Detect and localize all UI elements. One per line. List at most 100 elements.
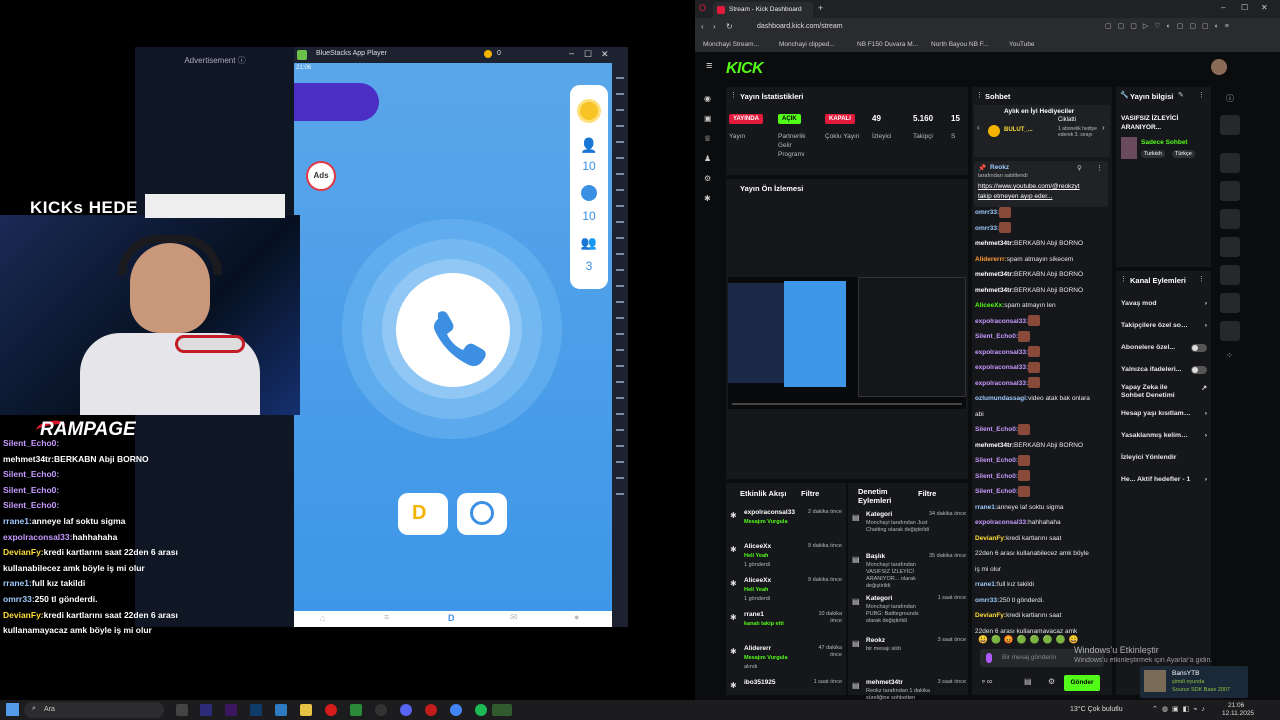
close-browser-icon[interactable]: ✕ xyxy=(1261,3,1268,12)
mod-filter[interactable]: Filtre xyxy=(918,489,936,498)
chat-username[interactable]: expolraconsal33: xyxy=(975,349,1028,356)
mod-name[interactable]: Kategori xyxy=(866,511,892,518)
store-icon[interactable] xyxy=(275,704,287,716)
pinned-more-icon[interactable]: ⋮ xyxy=(1096,164,1103,172)
taskbar-date[interactable]: 12.11.2025 xyxy=(1222,710,1254,717)
extension-icons[interactable]: ▢▢▢▷♡◐▢▢▢◐≡ xyxy=(1105,22,1235,30)
chrome-icon[interactable] xyxy=(450,704,462,716)
maximize-icon[interactable]: ☐ xyxy=(584,49,592,60)
call-button[interactable] xyxy=(396,273,510,387)
mail-nav-icon[interactable]: ✉ xyxy=(510,612,518,623)
edit-info-icon[interactable]: ✎ xyxy=(1178,91,1184,99)
app-sync-button[interactable] xyxy=(457,493,507,535)
toggle-switch[interactable] xyxy=(1191,344,1207,352)
preview-video[interactable] xyxy=(728,277,966,409)
chat-username[interactable]: omrr33: xyxy=(975,209,999,216)
app-banner-pill[interactable] xyxy=(294,83,379,121)
lightning-tool-icon[interactable] xyxy=(1220,181,1240,201)
maximize-browser-icon[interactable]: ☐ xyxy=(1241,3,1248,12)
ads-badge[interactable]: Ads xyxy=(306,161,336,191)
info-more-icon[interactable]: ⋮ xyxy=(1198,91,1205,99)
tool-7-icon[interactable] xyxy=(1220,293,1240,313)
activity-filter[interactable]: Filtre xyxy=(801,489,819,498)
xbox-icon[interactable] xyxy=(350,704,362,716)
photoshop-icon[interactable] xyxy=(250,704,262,716)
chat-username[interactable]: omrr33: xyxy=(975,597,999,604)
list-nav-icon[interactable]: ≡ xyxy=(384,612,389,622)
preview-progress[interactable] xyxy=(732,403,962,405)
bluestacks-task-icon[interactable] xyxy=(492,704,512,716)
bookmark-4[interactable]: North Bayou NB F... xyxy=(931,41,988,48)
opera-gx-icon[interactable] xyxy=(425,704,437,716)
info-category[interactable]: Sadece Sohbet xyxy=(1141,139,1188,146)
stats-drag-icon[interactable]: ⋮ xyxy=(730,91,737,99)
steam-notification[interactable]: BarisYTB şimdi oyunda Source SDK Base 20… xyxy=(1140,666,1248,698)
activity-name[interactable]: AliceeXx xyxy=(744,543,802,550)
chat-username[interactable]: Silent_Echo0: xyxy=(975,473,1018,480)
info-rail-icon[interactable]: ⓘ xyxy=(1226,93,1234,104)
sidebar-tools[interactable] xyxy=(616,69,624,509)
back-icon[interactable]: ‹ xyxy=(701,22,704,31)
actions-drag-icon[interactable]: ⋮ xyxy=(1120,275,1127,283)
mod-name[interactable]: mehmet34tr xyxy=(866,679,903,686)
chat-username[interactable]: expolraconsal33: xyxy=(975,380,1028,387)
spotify-icon[interactable] xyxy=(475,704,487,716)
edit-tool-icon[interactable] xyxy=(1220,115,1240,135)
bookmark-5[interactable]: YouTube xyxy=(1009,41,1035,48)
channel-action-row[interactable]: Yapay Zeka ile Sohbet Denetimi ↗ xyxy=(1121,381,1207,403)
activity-name[interactable]: Alidererr xyxy=(744,645,802,652)
reload-icon[interactable]: ↻ xyxy=(726,22,733,31)
bookmark-1[interactable]: Monchayi Stream... xyxy=(703,41,759,48)
tab-kick-dashboard[interactable]: Stream - Kick Dashboard xyxy=(713,2,813,18)
tool-2-icon[interactable] xyxy=(1220,153,1240,173)
avatar[interactable] xyxy=(1211,59,1227,75)
mod-name[interactable]: Başlık xyxy=(866,553,885,560)
tray-icons[interactable]: ⌃◍▣◧⌁♪ xyxy=(1152,705,1209,713)
url-text[interactable]: dashboard.kick.com/stream xyxy=(757,23,843,30)
chat-username[interactable]: mehmet34tr: xyxy=(975,271,1014,278)
opera-icon[interactable] xyxy=(325,704,337,716)
chat-username[interactable]: mehmet34tr: xyxy=(975,442,1014,449)
actions-more-icon[interactable]: ⋮ xyxy=(1198,275,1205,283)
toggle-switch[interactable] xyxy=(1191,366,1207,374)
activity-name[interactable]: ibo351925 xyxy=(744,679,802,686)
obs-icon[interactable] xyxy=(375,704,387,716)
channel-action-row[interactable]: Hesap yaşı kısıtlaması › xyxy=(1121,403,1207,425)
tag-2[interactable]: Türkçe xyxy=(1172,150,1195,158)
moderation-rail-icon[interactable]: ⚙ xyxy=(704,174,711,183)
home-nav-icon[interactable]: ⌂ xyxy=(320,613,325,623)
activity-name[interactable]: expolraconsal33 xyxy=(744,509,802,516)
minimize-browser-icon[interactable]: – xyxy=(1221,3,1225,12)
task-view-icon[interactable] xyxy=(176,704,188,716)
close-icon[interactable]: ✕ xyxy=(601,49,609,60)
chat-username[interactable]: omrr33: xyxy=(975,225,999,232)
bookmark-2[interactable]: Monchayi clipped... xyxy=(779,41,835,48)
settings-rail-icon[interactable]: ✱ xyxy=(704,194,711,203)
discord-icon[interactable] xyxy=(400,704,412,716)
tool-6-icon[interactable] xyxy=(1220,265,1240,285)
explorer-icon[interactable] xyxy=(300,704,312,716)
chat-tool-icon[interactable] xyxy=(1220,237,1240,257)
chat-username[interactable]: Silent_Echo0: xyxy=(975,426,1018,433)
after-effects-icon[interactable] xyxy=(225,704,237,716)
d-nav-icon[interactable]: D xyxy=(448,613,455,623)
activity-name[interactable]: AliceeXx xyxy=(744,577,802,584)
premiere-icon[interactable] xyxy=(200,704,212,716)
tool-4-icon[interactable] xyxy=(1220,209,1240,229)
channel-action-row[interactable]: Yasaklanmış kelimeler › xyxy=(1121,425,1207,447)
profile-nav-icon[interactable]: ● xyxy=(574,612,579,622)
gifter-next-icon[interactable]: › xyxy=(1102,123,1105,132)
pinned-message[interactable]: Reokz 📌 tarafından sabitlendi https://ww… xyxy=(974,161,1108,207)
chat-username[interactable]: ozlumundassagi: xyxy=(975,395,1028,402)
menu-icon[interactable]: ≡ xyxy=(706,60,712,72)
app-d-button[interactable]: D xyxy=(398,493,448,535)
send-button[interactable]: Gönder xyxy=(1064,675,1100,691)
chat-username[interactable]: expolraconsal33: xyxy=(975,364,1028,371)
chat-settings-icon[interactable]: ⚙ xyxy=(1048,677,1055,686)
chat-username[interactable]: rrane1: xyxy=(975,581,997,588)
chat-username[interactable]: expolraconsal33: xyxy=(975,519,1028,526)
channel-action-row[interactable]: Takipçilere özel sohbet › xyxy=(1121,315,1207,337)
kick-logo[interactable]: KICK xyxy=(726,60,764,78)
chat-username[interactable]: mehmet34tr: xyxy=(975,287,1014,294)
activity-name[interactable]: rrane1 xyxy=(744,611,802,618)
